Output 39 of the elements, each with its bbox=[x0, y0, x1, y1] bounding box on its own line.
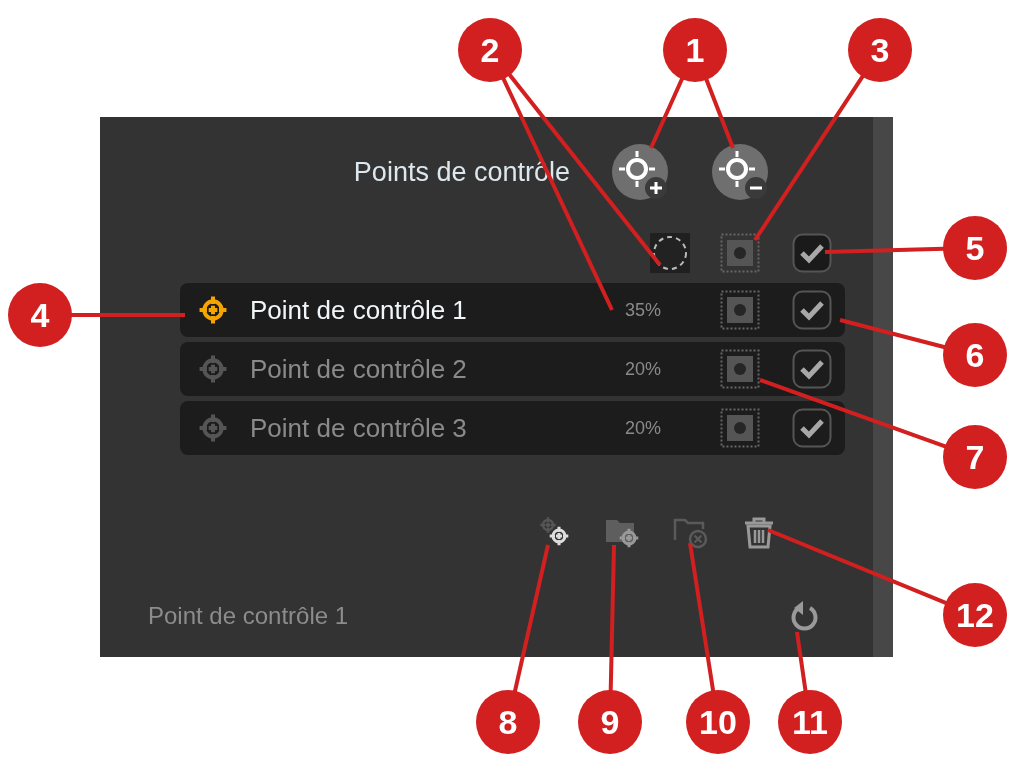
callout-badge: 8 bbox=[476, 690, 540, 754]
point-row[interactable]: Point de contrôle 1 35% bbox=[180, 283, 845, 337]
opacity-value: 20% bbox=[624, 417, 662, 439]
point-name: Point de contrôle 1 bbox=[250, 294, 468, 326]
point-row[interactable]: Point de contrôle 3 20% bbox=[180, 401, 845, 455]
add-point-button[interactable] bbox=[612, 144, 668, 200]
callout-badge: 2 bbox=[458, 18, 522, 82]
mask-icon[interactable] bbox=[720, 349, 760, 389]
visibility-checkbox[interactable] bbox=[792, 233, 832, 273]
callout-badge: 12 bbox=[943, 583, 1007, 647]
opacity-value: 20% bbox=[624, 358, 662, 380]
callout-badge: 1 bbox=[663, 18, 727, 82]
callout-badge: 6 bbox=[943, 323, 1007, 387]
point-row[interactable]: Point de contrôle 2 20% bbox=[180, 342, 845, 396]
opacity-value: 35% bbox=[624, 299, 662, 321]
callout-badge: 3 bbox=[848, 18, 912, 82]
crosshair-icon bbox=[197, 294, 229, 326]
remove-point-button[interactable] bbox=[712, 144, 768, 200]
scrollbar[interactable] bbox=[873, 117, 893, 657]
mask-icon[interactable] bbox=[720, 290, 760, 330]
callout-badge: 4 bbox=[8, 283, 72, 347]
leader-line bbox=[795, 631, 808, 692]
visibility-checkbox[interactable] bbox=[792, 290, 832, 330]
crosshair-icon bbox=[197, 412, 229, 444]
callout-badge: 11 bbox=[778, 690, 842, 754]
callout-badge: 9 bbox=[578, 690, 642, 754]
mask-icon[interactable] bbox=[720, 233, 760, 273]
callout-badge: 7 bbox=[943, 425, 1007, 489]
point-name: Point de contrôle 3 bbox=[250, 412, 468, 444]
visibility-checkbox[interactable] bbox=[792, 408, 832, 448]
crosshair-icon bbox=[197, 353, 229, 385]
leader-line bbox=[704, 78, 735, 149]
callout-badge: 5 bbox=[943, 216, 1007, 280]
current-point-name: Point de contrôle 1 bbox=[148, 602, 349, 630]
mask-icon[interactable] bbox=[720, 408, 760, 448]
point-name: Point de contrôle 2 bbox=[250, 353, 468, 385]
callout-badge: 10 bbox=[686, 690, 750, 754]
dashed-circle-icon[interactable] bbox=[650, 233, 690, 273]
visibility-checkbox[interactable] bbox=[792, 349, 832, 389]
